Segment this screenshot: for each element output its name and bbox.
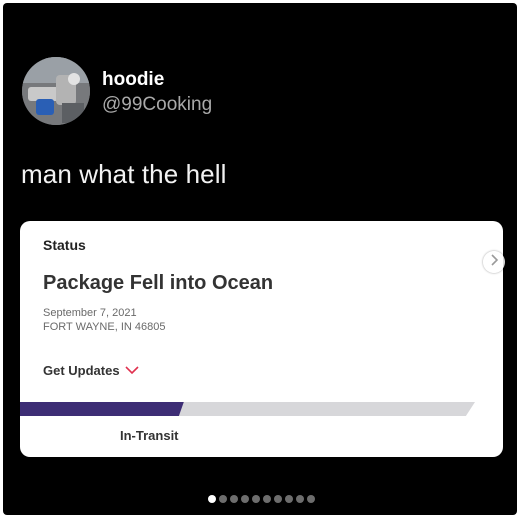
status-location: FORT WAYNE, IN 46805 <box>43 321 166 333</box>
status-date: September 7, 2021 <box>43 307 137 319</box>
progress-bar <box>20 402 475 416</box>
carousel-dot[interactable] <box>230 495 238 503</box>
get-updates-label: Get Updates <box>43 363 120 378</box>
progress-fill <box>20 402 184 416</box>
user-handle[interactable]: @99Cooking <box>102 94 212 116</box>
tweet-text: man what the hell <box>21 159 227 189</box>
carousel-dot[interactable] <box>274 495 282 503</box>
post-frame: hoodie @99Cooking man what the hell Stat… <box>3 3 517 515</box>
carousel-dots <box>208 495 315 503</box>
display-name[interactable]: hoodie <box>102 69 164 91</box>
carousel-dot[interactable] <box>219 495 227 503</box>
carousel-dot[interactable] <box>252 495 260 503</box>
progress-label: In-Transit <box>120 428 179 443</box>
avatar-photo <box>22 57 90 125</box>
carousel-dot[interactable] <box>307 495 315 503</box>
carousel-dot[interactable] <box>296 495 304 503</box>
get-updates-button[interactable]: Get Updates <box>43 363 139 378</box>
carousel-dot[interactable] <box>208 495 216 503</box>
avatar[interactable] <box>22 57 90 125</box>
chevron-right-icon <box>489 253 499 271</box>
status-headline: Package Fell into Ocean <box>43 272 274 294</box>
tracking-card: Status Package Fell into Ocean September… <box>20 221 503 457</box>
status-label: Status <box>43 237 86 253</box>
chevron-down-icon <box>125 363 139 378</box>
carousel-dot[interactable] <box>285 495 293 503</box>
carousel-dot[interactable] <box>241 495 249 503</box>
next-slide-button[interactable] <box>483 251 505 273</box>
carousel-dot[interactable] <box>263 495 271 503</box>
